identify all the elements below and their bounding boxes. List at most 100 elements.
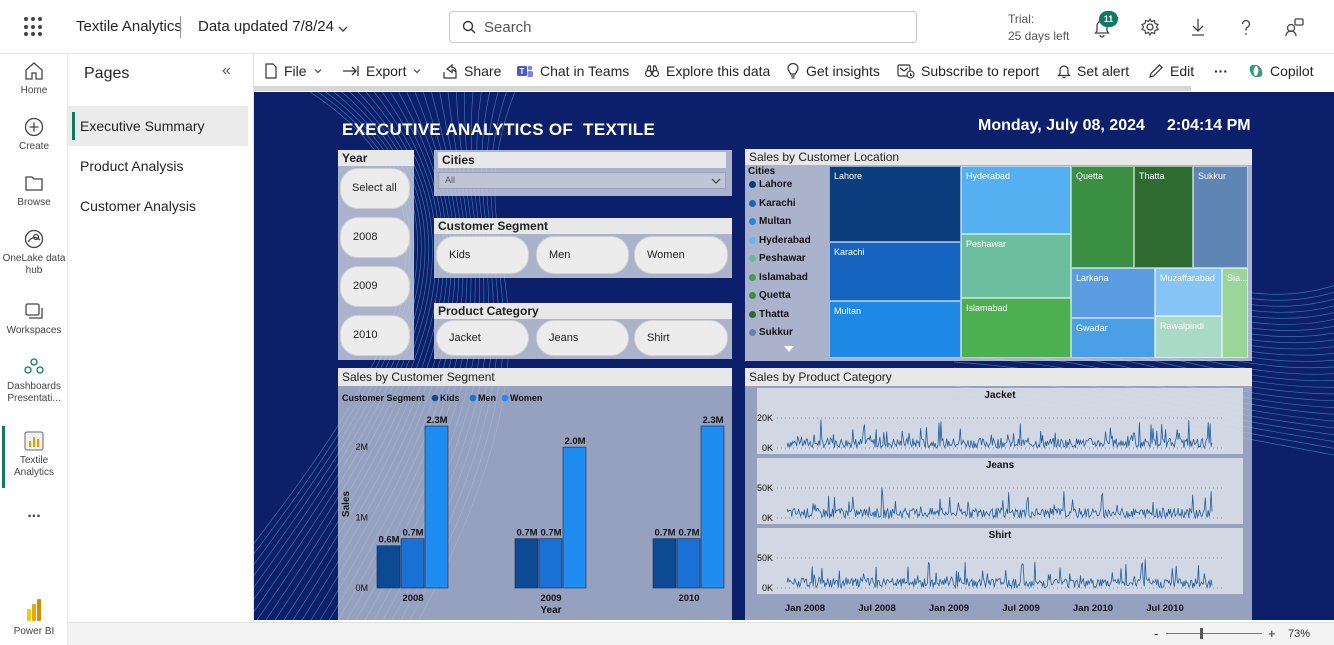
category-option-shirt[interactable]: Shirt (634, 320, 728, 356)
dashboards-icon (24, 358, 44, 374)
search-box[interactable] (449, 11, 917, 43)
app-title[interactable]: Textile Analytics (76, 18, 182, 35)
legend-item[interactable]: Thatta (749, 309, 789, 320)
treemap-tile-sukkur[interactable]: Sukkur (1193, 166, 1248, 268)
treemap-tile-quetta[interactable]: Quetta (1071, 166, 1134, 268)
data-updated-label[interactable]: Data updated 7/8/24 (198, 18, 334, 35)
app-launcher-icon[interactable] (24, 17, 44, 37)
export-icon (343, 66, 359, 76)
legend-item[interactable]: Hyderabad (749, 235, 811, 246)
rail-item-onelake[interactable]: OneLake data hub (0, 228, 68, 277)
rail-item-create[interactable]: Create (0, 116, 68, 153)
edit-button[interactable]: Edit (1148, 63, 1194, 79)
download-icon[interactable] (1187, 16, 1209, 38)
legend-dot (749, 292, 756, 299)
x-tick-label: Jan 2010 (1073, 603, 1113, 614)
rail-item-dashboards[interactable]: Dashboards Presentati... (0, 356, 68, 405)
help-icon[interactable] (1235, 16, 1257, 38)
legend-item[interactable]: Quetta (749, 290, 791, 301)
search-input[interactable] (484, 17, 904, 37)
gear-icon[interactable] (1139, 16, 1161, 38)
legend-dot (749, 255, 756, 262)
category-option-jeans[interactable]: Jeans (536, 320, 629, 356)
year-option-2010[interactable]: 2010 (340, 315, 410, 356)
zoom-slider-track[interactable] (1166, 633, 1262, 634)
x-tick-label: Jul 2010 (1146, 603, 1184, 614)
title-divider (180, 16, 181, 38)
trial-days-left: 25 days left (1008, 29, 1070, 43)
treemap-tile-rawalpindi[interactable]: Rawalpindi (1155, 316, 1222, 358)
segment-option-kids[interactable]: Kids (436, 236, 529, 274)
line-chart-title: Sales by Product Category (745, 368, 1252, 386)
data-label: 0.7M (402, 528, 423, 539)
more-actions-button[interactable]: ··· (1214, 63, 1228, 79)
legend-item[interactable]: Islamabad (749, 272, 808, 283)
subscribe-button[interactable]: Subscribe to report (897, 63, 1039, 79)
category-option-jacket[interactable]: Jacket (436, 320, 529, 356)
treemap-tile-multan[interactable]: Multan (829, 301, 961, 358)
treemap-tile-sialkot[interactable]: Sia... (1222, 268, 1248, 358)
treemap-tile-lahore[interactable]: Lahore (829, 166, 961, 242)
zoom-out-button[interactable]: - (1154, 626, 1158, 641)
page-tab-product-analysis[interactable]: Product Analysis (68, 146, 248, 186)
explore-data-button[interactable]: Explore this data (644, 63, 770, 79)
zoom-in-button[interactable]: + (1268, 626, 1276, 641)
panel-title: Jacket (984, 390, 1016, 401)
treemap-tile-hyderabad[interactable]: Hyderabad (961, 166, 1071, 234)
chevron-down-icon (314, 69, 321, 74)
treemap-tile-muzaffarabad[interactable]: Muzaffarabad (1155, 268, 1222, 316)
more-options-button[interactable]: ... (0, 505, 68, 521)
cities-dropdown[interactable]: All (438, 172, 726, 189)
rail-item-workspaces[interactable]: Workspaces (0, 300, 68, 337)
legend-item[interactable]: Lahore (749, 179, 792, 190)
get-insights-button[interactable]: Get insights (786, 63, 880, 79)
share-button[interactable]: Share (442, 63, 501, 79)
treemap-tile-gwadar[interactable]: Gwadar (1071, 318, 1155, 358)
legend-item[interactable]: Karachi (749, 198, 796, 209)
year-option-2009[interactable]: 2009 (340, 266, 410, 307)
rail-item-browse[interactable]: Browse (0, 172, 68, 209)
treemap-tile-islamabad[interactable]: Islamabad (961, 298, 1071, 358)
zoom-slider-thumb[interactable] (1199, 628, 1203, 639)
legend-item[interactable]: Peshawar (749, 253, 806, 264)
rail-item-powerbi[interactable]: Power BI (0, 597, 68, 638)
cities-dropdown-value: All (445, 175, 456, 185)
legend-dot (749, 329, 756, 336)
year-option-select-all[interactable]: Select all (340, 168, 410, 209)
legend-scroll-down-icon[interactable] (783, 345, 795, 353)
report-canvas: EXECUTIVE ANALYTICS OF TEXTILE Monday, J… (254, 92, 1334, 620)
legend-dot (501, 394, 509, 402)
year-option-2008[interactable]: 2008 (340, 217, 410, 258)
trial-label: Trial: (1008, 12, 1035, 26)
segment-option-men[interactable]: Men (536, 236, 629, 274)
legend-item[interactable]: Sukkur (749, 327, 793, 338)
treemap-tile-larkana[interactable]: Larkana (1071, 268, 1155, 318)
share-feedback-icon[interactable] (1283, 16, 1305, 38)
report-title: EXECUTIVE ANALYTICS OF TEXTILE (342, 120, 656, 139)
copilot-button[interactable]: Copilot (1248, 63, 1314, 79)
notification-badge: 11 (1099, 11, 1118, 27)
treemap-tile-karachi[interactable]: Karachi (829, 242, 961, 301)
treemap-tile-thatta[interactable]: Thatta (1134, 166, 1193, 268)
left-nav-rail: Home Create Browse OneLake data hub Work… (0, 54, 68, 645)
rail-item-textile-analytics[interactable]: Textile Analytics (0, 430, 68, 479)
chat-in-teams-button[interactable]: T Chat in Teams (516, 63, 629, 79)
page-tab-customer-analysis[interactable]: Customer Analysis (68, 186, 248, 226)
export-menu-button[interactable]: Export (342, 63, 422, 79)
horizontal-scrollbar[interactable] (254, 86, 1191, 91)
file-menu-button[interactable]: File (264, 63, 323, 79)
legend-item[interactable]: Multan (749, 216, 791, 227)
page-tab-executive-summary[interactable]: Executive Summary (68, 106, 248, 146)
chevron-down-icon[interactable] (337, 23, 349, 35)
x-tick-label: Jul 2008 (858, 603, 896, 614)
rail-item-home[interactable]: Home (0, 60, 68, 97)
zoom-level: 73% (1288, 628, 1311, 640)
segment-option-women[interactable]: Women (634, 236, 728, 274)
set-alert-button[interactable]: Set alert (1057, 63, 1129, 79)
chevron-down-icon (414, 69, 421, 74)
svg-text:T: T (520, 67, 525, 76)
bar (700, 425, 725, 589)
collapse-pages-button[interactable]: « (222, 62, 231, 80)
data-label: 0.7M (540, 528, 561, 539)
treemap-tile-peshawar[interactable]: Peshawar (961, 234, 1071, 298)
